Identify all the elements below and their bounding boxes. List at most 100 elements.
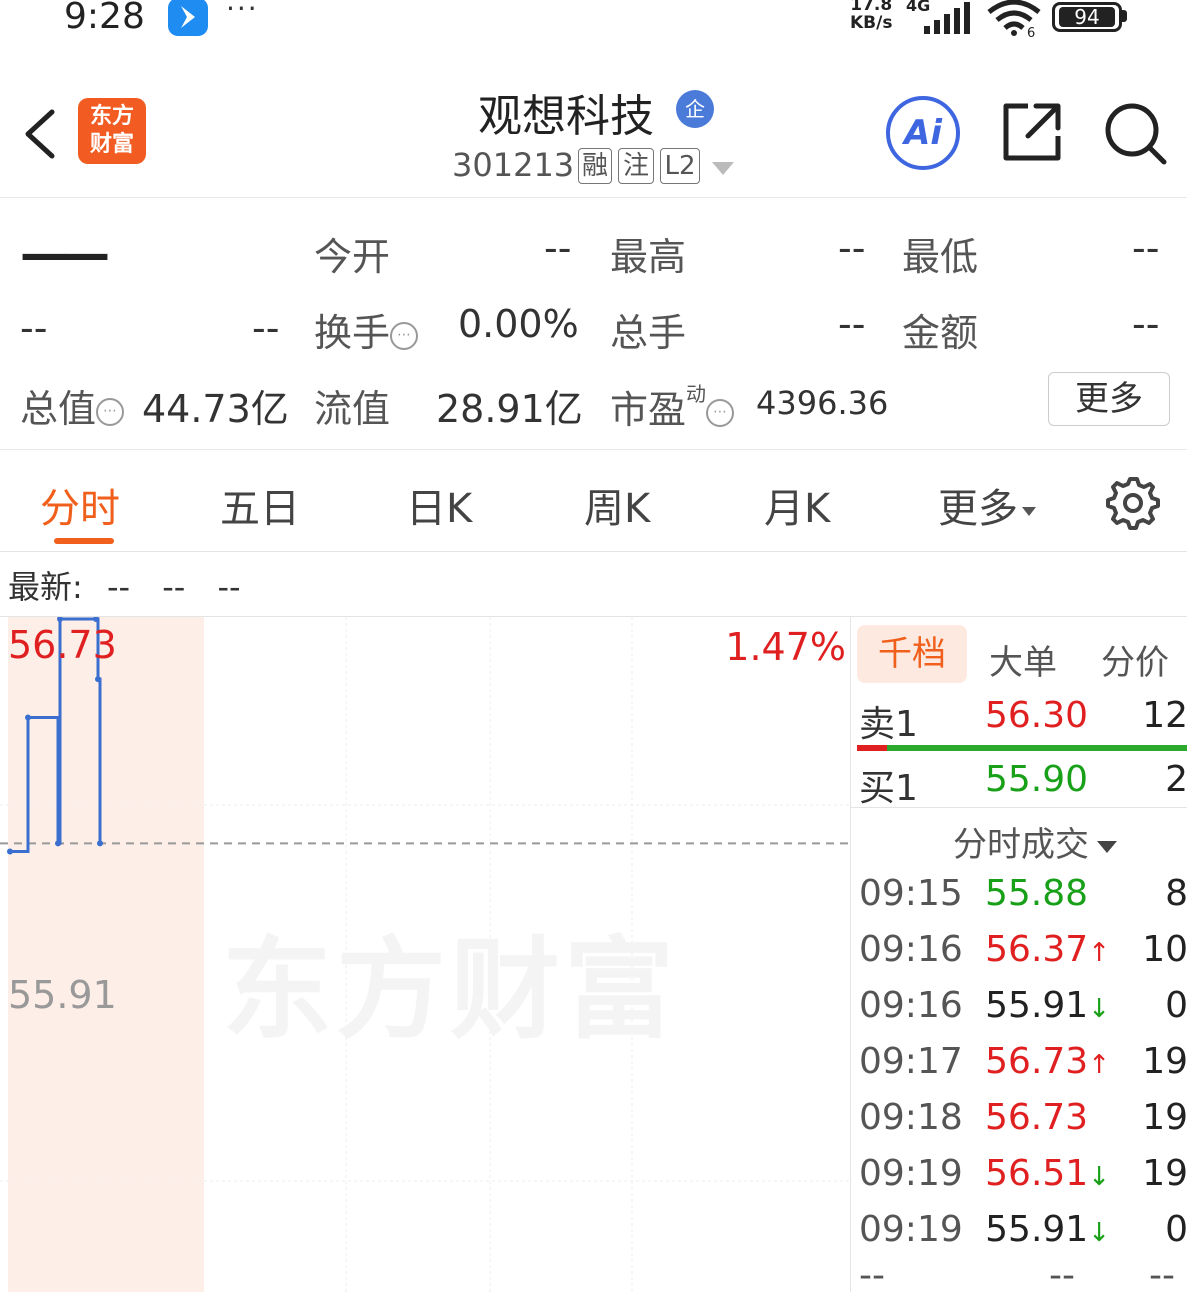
trade-time: 09:18 [859,1097,963,1138]
tab-daily-k[interactable]: 日K [406,476,472,534]
wifi-badge: 6 [1027,26,1035,38]
tab-price-distribution[interactable]: 分价 [1101,635,1169,684]
info-icon[interactable]: ⋯ [96,397,125,426]
amount-value: -- [1132,302,1160,346]
latest-price: -- [106,568,131,606]
trade-price-value: 56.37 [985,929,1089,970]
latest-row: 最新: -- -- -- [8,562,241,608]
network-speed-unit: KB/s [850,13,893,33]
float-cap-value: 28.91亿 [436,387,583,431]
low-label: 最低 [902,235,979,279]
trade-price-value: 55.91 [985,1209,1089,1250]
trade-price: 55.88 [985,873,1088,914]
turnover-value: 0.00% [458,302,579,346]
price-point [97,840,103,847]
current-price: —— [20,226,110,282]
turnover-label[interactable]: 换手 ⋯ [314,302,419,357]
open-label: 今开 [314,235,391,279]
status-bar: 9:28 ··· 17.8 KB/s 4G 6 94 [0,0,1187,44]
trade-volume: 19 [1142,1041,1187,1082]
divider [851,807,1187,808]
orderbook-ratio-bar [857,745,1187,751]
arrow-down-icon: ↓ [1088,1162,1110,1192]
pe-value: 4396.36 [756,384,889,422]
enterprise-badge-icon: 企 [676,90,714,128]
tab-big-orders[interactable]: 大单 [989,635,1057,684]
more-quote-button[interactable]: 更多 [1048,372,1170,426]
ask1-price: 56.30 [985,695,1089,736]
chevron-down-icon[interactable] [712,162,734,175]
logo-line2: 财富 [89,132,134,157]
chart-base-label: 55.91 [8,973,117,1017]
share-icon[interactable] [1000,100,1064,168]
bid1-price: 55.90 [985,759,1089,800]
trade-price-value: 55.91 [985,985,1089,1026]
ai-assistant-button[interactable]: Ai [886,96,960,170]
market-cap-value: 44.73亿 [142,387,289,431]
stock-code[interactable]: 301213 [452,146,574,184]
trade-panel: 千档 大单 分价 卖1 56.30 12 买1 55.90 2 分时成交 09:… [850,616,1187,1292]
app-notification-icon [168,0,208,36]
pe-label-text: 市盈 [610,388,687,432]
latest-change: -- [162,568,186,606]
search-icon[interactable] [1104,102,1168,170]
high-value: -- [838,226,866,270]
price-point [25,714,31,721]
float-cap-label: 流值 [314,387,391,431]
trade-price: 56.73↑ [985,1041,1110,1082]
gear-icon[interactable] [1106,476,1160,534]
ask1-label: 卖1 [859,704,918,745]
trade-price: 55.91↓ [985,985,1110,1026]
low-value: -- [1132,226,1160,270]
tab-five-day[interactable]: 五日 [220,476,300,534]
network-speed-value: 17.8 [850,0,893,15]
arrow-up-icon: ↑ [1088,1050,1110,1080]
arrow-up-icon: ↑ [1088,938,1110,968]
battery-level: 94 [1059,7,1115,27]
registration-tag: 注 [618,148,654,184]
open-value: -- [544,226,572,270]
watermark: 东方财富 [222,926,678,1054]
tab-monthly-k[interactable]: 月K [764,476,830,534]
trade-placeholder: -- [859,1255,885,1292]
high-label: 最高 [610,235,687,279]
price-change-pct: -- [252,306,280,350]
info-icon[interactable]: ⋯ [706,398,735,427]
logo-line1: 东方 [89,104,134,129]
trade-price: 56.37↑ [985,929,1110,970]
info-icon[interactable]: ⋯ [390,321,419,350]
caret-down-icon [1022,506,1036,516]
trade-placeholder: -- [1149,1255,1175,1292]
caret-down-icon [1097,840,1117,853]
trade-time: 09:15 [859,873,963,914]
trades-dropdown[interactable]: 分时成交 [953,817,1117,866]
ask1-volume: 12 [1142,695,1187,736]
price-point [7,848,13,855]
stock-name[interactable]: 观想科技 [478,80,654,144]
trade-price: 55.91↓ [985,1209,1110,1250]
app-logo[interactable]: 东方 财富 [78,98,146,164]
trade-volume: 0 [1165,1209,1187,1250]
trade-time: 09:16 [859,985,963,1026]
trade-volume: 0 [1165,985,1187,1026]
margin-tag: 融 [578,148,612,184]
tab-more[interactable]: 更多 [938,476,1036,534]
back-icon[interactable] [18,104,62,164]
tab-intraday[interactable]: 分时 [40,476,120,534]
trade-time: 09:17 [859,1041,963,1082]
trade-time: 09:19 [859,1209,963,1250]
tab-weekly-k[interactable]: 周K [584,476,650,534]
market-cap-label[interactable]: 总值 ⋯ [20,378,125,433]
volume-value: -- [838,302,866,346]
trade-price-value: 56.73 [984,1097,1088,1138]
price-point [55,840,61,847]
orderbook-ratio-ask [857,745,887,751]
pe-superscript: 动 [686,382,707,406]
pe-label[interactable]: 市盈动⋯ [610,378,735,434]
trade-volume: 19 [1142,1153,1187,1194]
status-time: 9:28 [64,0,145,37]
trades-title: 分时成交 [953,825,1089,865]
price-change: -- [20,306,48,350]
tab-order-depth[interactable]: 千档 [857,625,967,683]
level2-tag: L2 [660,148,700,184]
